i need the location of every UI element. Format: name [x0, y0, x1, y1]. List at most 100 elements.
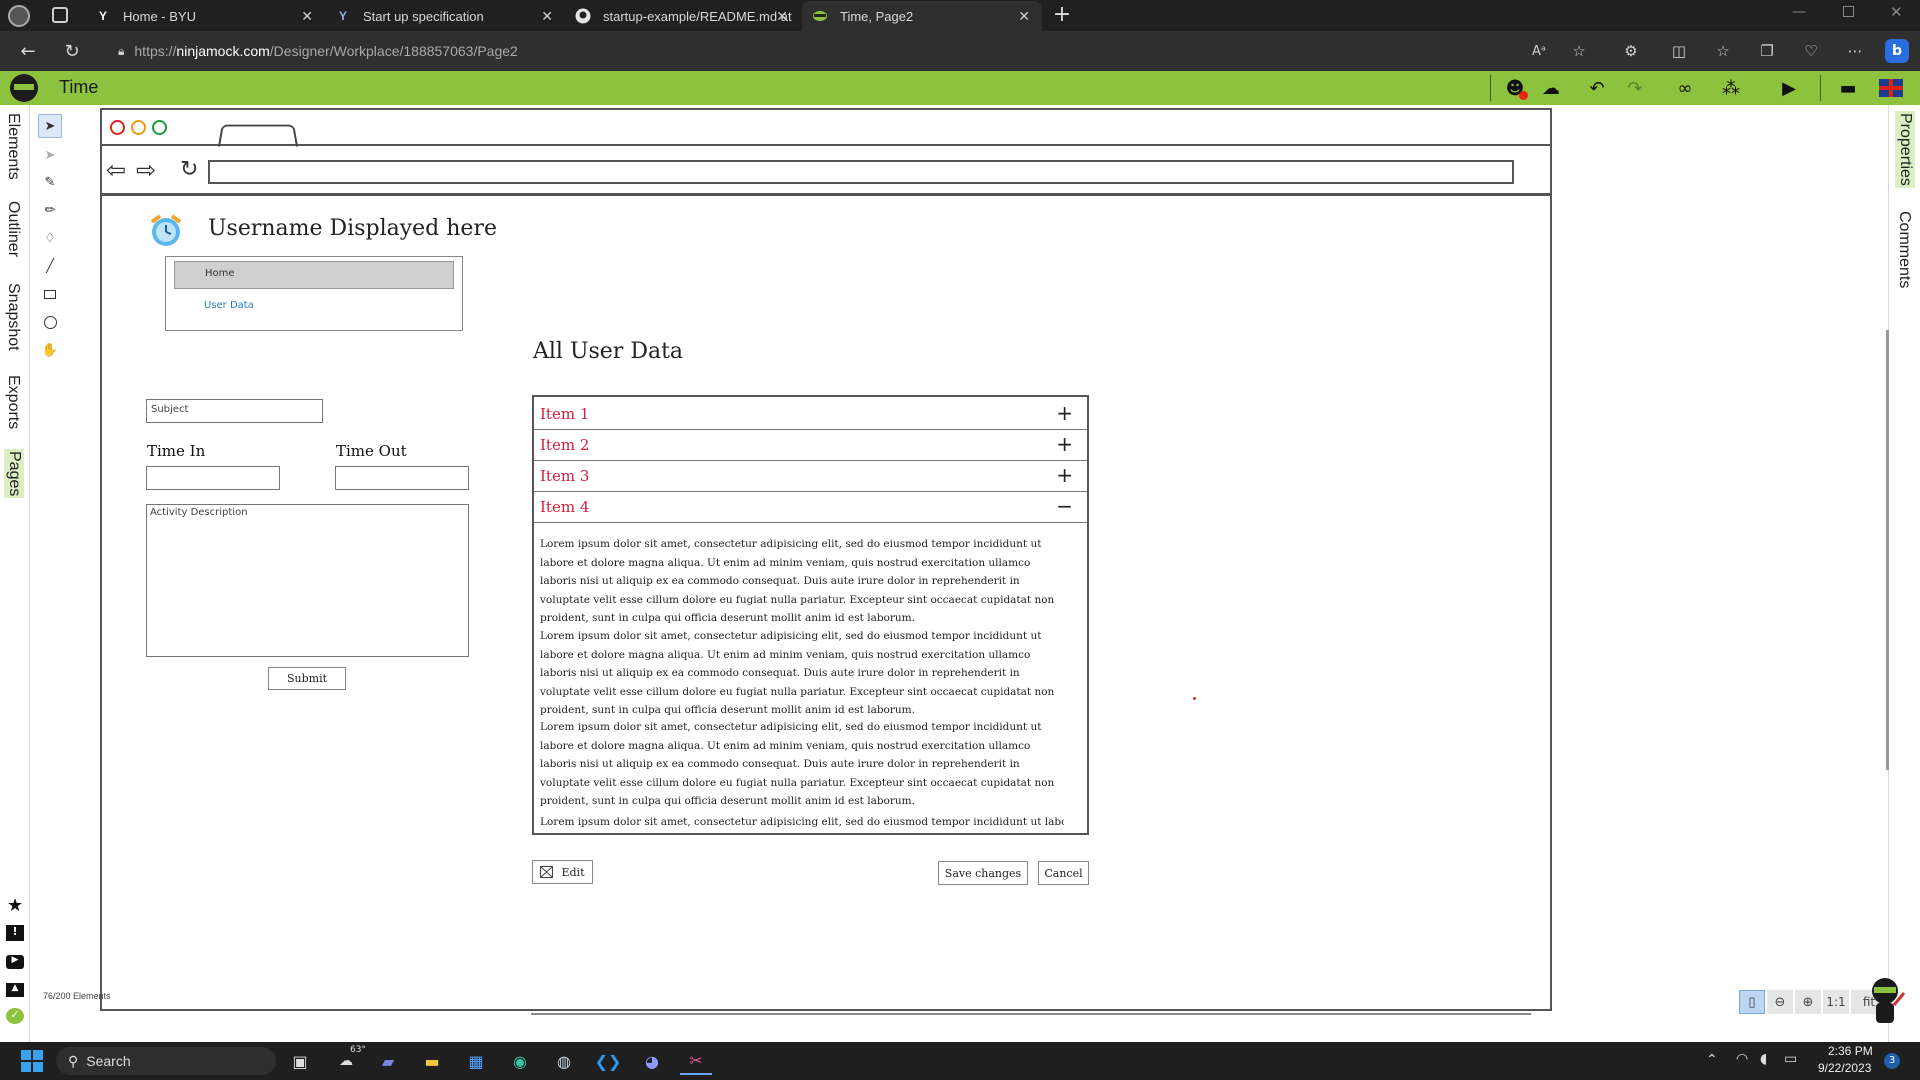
horizontal-scrollbar[interactable] — [531, 1013, 1531, 1015]
expand-plus-icon[interactable]: + — [1056, 432, 1073, 456]
close-icon[interactable]: ✕ — [1018, 8, 1030, 25]
windows-start-icon[interactable] — [16, 1047, 48, 1075]
store-icon[interactable]: ▦ — [460, 1047, 492, 1075]
favorites-icon[interactable]: ☆ — [1708, 31, 1738, 71]
panel-tab-pages[interactable]: Pages — [4, 449, 24, 499]
pen-path-icon[interactable]: ✎ — [38, 170, 62, 194]
read-aloud-icon[interactable]: Aᵃ — [1524, 31, 1554, 71]
tab-actions-icon[interactable] — [52, 7, 68, 23]
panel-tab-properties[interactable]: Properties — [1895, 111, 1915, 188]
refresh-icon[interactable]: ↻ — [56, 31, 88, 71]
document-title[interactable]: Time — [59, 77, 98, 98]
extensions-icon[interactable]: ⚙ — [1616, 31, 1646, 71]
pencil-icon[interactable]: ✏ — [38, 198, 62, 222]
split-screen-icon[interactable]: ◫ — [1664, 31, 1694, 71]
activity-description-textarea[interactable]: Activity Description — [146, 504, 469, 657]
link-icon[interactable]: ∞ — [1670, 74, 1700, 102]
collapse-minus-icon[interactable]: − — [1056, 494, 1073, 518]
ninja-logo-icon[interactable] — [10, 74, 38, 102]
zoom-one-to-one[interactable]: 1:1 — [1823, 990, 1849, 1014]
copilot-icon[interactable]: b — [1882, 31, 1912, 71]
time-out-input[interactable] — [335, 466, 469, 490]
health-icon[interactable]: ♡ — [1796, 31, 1826, 71]
panel-tab-outliner[interactable]: Outliner — [4, 201, 22, 257]
collections-icon[interactable]: ❐ — [1752, 31, 1782, 71]
close-window-button[interactable]: ✕ — [1890, 3, 1903, 21]
snipping-tool-icon[interactable]: ✂ — [680, 1047, 712, 1075]
edge-icon[interactable]: ◉ — [504, 1047, 536, 1075]
battery-icon[interactable]: ▭ — [1784, 1051, 1797, 1067]
close-icon[interactable]: ✕ — [541, 8, 553, 25]
expand-plus-icon[interactable]: + — [1056, 401, 1073, 425]
panel-tab-comments[interactable]: Comments — [1895, 211, 1913, 288]
favorite-star-icon[interactable]: ☆ — [1564, 31, 1594, 71]
scrollbar[interactable] — [1886, 330, 1889, 770]
wifi-icon[interactable]: ◠ — [1736, 1051, 1748, 1067]
zoom-out-icon[interactable]: ⊖ — [1767, 990, 1793, 1014]
panel-tab-elements[interactable]: Elements — [4, 113, 22, 180]
back-arrow-icon[interactable]: ← — [12, 31, 44, 71]
device-icon[interactable]: ▯ — [1739, 990, 1765, 1014]
line-icon[interactable]: ╱ — [38, 254, 62, 278]
panel-tab-exports[interactable]: Exports — [4, 375, 22, 429]
hand-icon[interactable]: ✋ — [38, 338, 62, 362]
marker-icon[interactable]: ♢ — [38, 226, 62, 250]
save-changes-button[interactable]: Save changes — [938, 861, 1028, 885]
clock-time[interactable]: 2:36 PM — [1828, 1044, 1873, 1058]
close-icon[interactable]: ✕ — [301, 8, 313, 25]
feedback-icon[interactable]: ! — [6, 925, 24, 941]
submit-button[interactable]: Submit — [268, 667, 346, 690]
accordion-item-4[interactable]: Item 4 − — [534, 492, 1087, 523]
play-icon[interactable]: ▶ — [1774, 74, 1804, 102]
taskbar-search[interactable]: ⚲ Search — [56, 1047, 276, 1075]
menu-item-home[interactable]: Home — [174, 261, 454, 289]
undo-icon[interactable]: ↶ — [1582, 74, 1612, 102]
select-arrow-icon[interactable]: ➤ — [38, 114, 62, 138]
new-tab-button[interactable]: + — [1048, 2, 1076, 30]
cloud-sync-icon[interactable]: ☁ — [1536, 74, 1566, 102]
notification-badge[interactable]: 3 — [1884, 1053, 1900, 1069]
edit-button[interactable]: Edit — [532, 860, 593, 884]
file-explorer-icon[interactable]: ▬ — [416, 1047, 448, 1075]
url-field[interactable]: 🔒︎ https://ninjamock.com/Designer/Workpl… — [108, 36, 1608, 66]
image-icon[interactable]: ▲ — [6, 983, 24, 997]
tab-time-page2[interactable]: Time, Page2 ✕ — [802, 1, 1042, 31]
chevron-up-icon[interactable]: ⌃ — [1706, 1052, 1718, 1068]
weather-icon[interactable]: ☁ 63° — [330, 1045, 366, 1075]
profile-avatar[interactable] — [8, 5, 30, 27]
video-icon[interactable]: ▶ — [6, 955, 24, 969]
minimize-button[interactable]: — — [1792, 4, 1806, 20]
tab-startup-spec[interactable]: Y Start up specification ✕ — [325, 1, 565, 31]
rectangle-icon[interactable] — [38, 282, 62, 306]
ninja-user-icon[interactable]: ☻ — [1500, 74, 1530, 102]
vscode-icon[interactable]: ❮❯ — [592, 1047, 624, 1075]
clock-date[interactable]: 9/22/2023 — [1818, 1061, 1871, 1075]
ellipse-icon[interactable] — [38, 310, 62, 334]
menu-item-user-data[interactable]: User Data — [204, 300, 254, 311]
accordion-item-2[interactable]: Item 2 + — [534, 430, 1087, 461]
panel-tab-snapshot[interactable]: Snapshot — [4, 283, 22, 351]
accordion-item-3[interactable]: Item 3 + — [534, 461, 1087, 492]
redo-icon[interactable]: ↷ — [1620, 74, 1650, 102]
restore-button[interactable] — [1843, 6, 1854, 17]
star-icon[interactable]: ★ — [7, 895, 23, 916]
tab-github-readme[interactable]: startup-example/README.md at ✕ — [565, 1, 800, 31]
discord-icon[interactable]: ◕ — [636, 1047, 668, 1075]
expand-plus-icon[interactable]: + — [1056, 463, 1073, 487]
task-view-icon[interactable]: ▣ — [284, 1047, 316, 1075]
steam-icon[interactable]: ◍ — [548, 1047, 580, 1075]
close-icon[interactable]: ✕ — [776, 8, 788, 25]
zoom-in-icon[interactable]: ⊕ — [1795, 990, 1821, 1014]
accordion-item-1[interactable]: Item 1 + — [534, 399, 1087, 430]
more-icon[interactable]: ⋯ — [1840, 31, 1870, 71]
teams-chat-icon[interactable]: ▰ — [372, 1047, 404, 1075]
subject-input[interactable]: Subject — [146, 399, 323, 423]
cancel-button[interactable]: Cancel — [1038, 861, 1089, 885]
volume-icon[interactable]: ◖ — [1760, 1051, 1767, 1067]
uk-flag-icon[interactable] — [1876, 74, 1906, 102]
direct-select-icon[interactable]: ➤ — [38, 143, 62, 167]
folder-icon[interactable]: ▬ — [1833, 74, 1863, 102]
team-icon[interactable]: ⁂ — [1716, 74, 1746, 102]
tab-home-byu[interactable]: Y Home - BYU ✕ — [85, 1, 325, 31]
time-in-input[interactable] — [146, 466, 280, 490]
